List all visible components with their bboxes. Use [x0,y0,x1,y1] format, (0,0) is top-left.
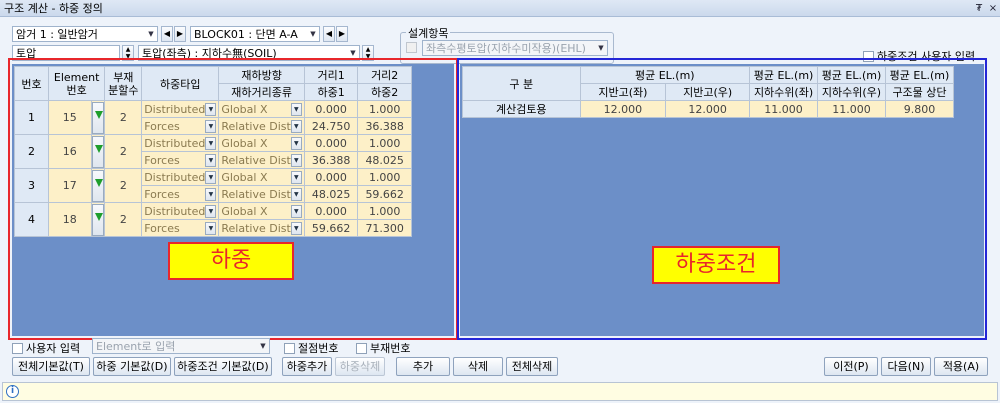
element-input-value: Element로 입력 [96,340,176,353]
condition-highlight-frame [457,58,987,340]
culvert-combo[interactable]: 암거 1 : 일반암거 ▼ [12,26,158,42]
next-block-button[interactable]: ▶ [336,26,348,42]
design-item-check[interactable] [406,42,420,53]
status-bar: i [2,382,998,401]
prev-button[interactable]: 이전(P) [824,357,878,376]
design-item-combo[interactable]: 좌측수평토압(지하수미작용)(EHL) ▼ [422,40,608,56]
culvert-combo-value: 암거 1 : 일반암거 [16,28,98,41]
chevron-down-icon: ▼ [598,44,604,52]
condition-overlay-label: 하중조건 [652,246,780,284]
design-item-label: 설계항목 [406,25,451,41]
chevron-down-icon: ▼ [310,30,316,38]
delete-all-button[interactable]: 전체삭제 [506,357,558,376]
apply-button[interactable]: 적용(A) [934,357,988,376]
add-button[interactable]: 추가 [396,357,450,376]
design-item-value: 좌측수평토압(지하수미작용)(EHL) [426,42,586,55]
load-default-button[interactable]: 하중 기본값(D) [93,357,171,376]
user-input-label: 사용자 입력 [26,342,81,355]
checkbox-icon [284,342,295,354]
main-panel: 암거 1 : 일반암거 ▼ ◀ ▶ BLOCK01 : 단면 A-A ▼ ◀ ▶… [2,18,998,383]
title-bar: 구조 계산 - 하중 정의 ₮ × [0,0,1000,17]
block-combo-value: BLOCK01 : 단면 A-A [194,28,298,41]
load-overlay-label: 하중 [168,242,294,280]
node-no-label: 절점번호 [298,342,339,355]
chevron-down-icon: ▼ [350,49,356,57]
window-title: 구조 계산 - 하중 정의 [4,2,103,15]
condition-default-button[interactable]: 하중조건 기본값(D) [174,357,272,376]
prev-culvert-button[interactable]: ◀ [161,26,173,42]
member-no-check[interactable]: 부재번호 [356,340,410,356]
delete-load-button[interactable]: 하중삭제 [335,357,385,376]
next-button[interactable]: 다음(N) [881,357,931,376]
node-no-check[interactable]: 절점번호 [284,340,338,356]
pin-icon[interactable]: ₮ [972,3,986,14]
checkbox-icon [356,342,367,354]
checkbox-icon [406,42,417,53]
info-icon: i [6,385,19,398]
chevron-down-icon: ▼ [260,342,266,350]
prev-block-button[interactable]: ◀ [323,26,335,42]
chevron-down-icon: ▼ [148,30,154,38]
next-culvert-button[interactable]: ▶ [174,26,186,42]
member-no-label: 부재번호 [370,342,411,355]
element-input-combo[interactable]: Element로 입력 ▼ [92,338,270,354]
block-combo[interactable]: BLOCK01 : 단면 A-A ▼ [190,26,320,42]
close-icon[interactable]: × [986,3,1000,14]
load-highlight-frame [8,58,458,340]
checkbox-icon [12,342,23,354]
add-load-button[interactable]: 하중추가 [282,357,332,376]
all-default-button[interactable]: 전체기본값(T) [12,357,90,376]
delete-button[interactable]: 삭제 [453,357,503,376]
user-input-check[interactable]: 사용자 입력 [12,340,80,356]
